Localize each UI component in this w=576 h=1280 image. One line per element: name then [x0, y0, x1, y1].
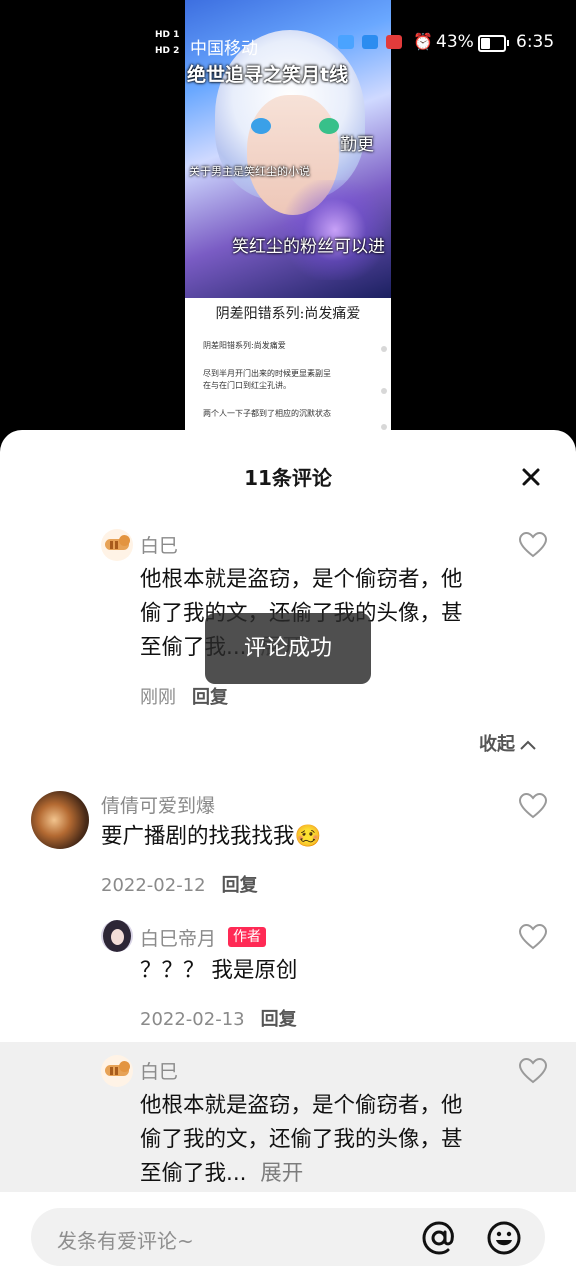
- success-toast: 评论成功: [205, 613, 371, 684]
- notification-icon: [386, 35, 402, 49]
- reply-button[interactable]: 回复: [222, 875, 258, 896]
- commenter-name[interactable]: 白巳: [140, 531, 178, 558]
- avatar[interactable]: [101, 1055, 133, 1087]
- heart-icon[interactable]: [518, 531, 548, 559]
- doc-line: 两个人一下子都到了相应的沉默状态: [203, 409, 331, 418]
- video-area[interactable]: 绝世追寻之笑月t线 勤更 关于男主是笑红尘的小说 笑红尘的粉丝可以进 阴差阳错系…: [0, 0, 576, 440]
- status-bar: HD 1 HD 2 中国移动 ⏰ 43% 6:35: [0, 28, 576, 60]
- input-placeholder: 发条有爱评论~: [57, 1229, 194, 1253]
- comment-text: 要广播剧的找我找我🥴: [101, 824, 322, 849]
- comment-meta: 刚刚 回复: [140, 687, 228, 708]
- reply-button[interactable]: 回复: [192, 687, 228, 708]
- weather-icon: [338, 35, 354, 49]
- comment-sheet: 11条评论 白巳 他根本就是盗窃，是个偷窃者，他偷了我的文，还偷了我的头像，甚至…: [0, 430, 576, 1280]
- comment-input[interactable]: 发条有爱评论~: [31, 1208, 545, 1266]
- comment-text: 他根本就是盗窃，是个偷窃者，他偷了我的文，还偷了我的头像，甚至偷了我... 展开: [140, 1093, 463, 1186]
- carrier-label: 中国移动: [190, 39, 258, 59]
- comment-input-bar: 发条有爱评论~: [0, 1192, 576, 1280]
- heart-icon[interactable]: [518, 792, 548, 820]
- overlay-line-2: 勤更: [340, 135, 374, 155]
- comment-count-title: 11条评论: [244, 466, 332, 490]
- doc-line: 尽到半月开门出来的时候更显素副呈: [203, 369, 331, 378]
- comment-meta: 2022-02-13 回复: [140, 1009, 297, 1030]
- emoji-icon[interactable]: [486, 1220, 522, 1256]
- clock: 6:35: [516, 32, 555, 52]
- close-icon[interactable]: [514, 460, 548, 494]
- scroll-dot: [381, 388, 387, 394]
- comment-text: ？？？ 我是原创: [140, 958, 298, 983]
- battery-icon: [478, 35, 509, 52]
- commenter-name[interactable]: 倩倩可爱到爆: [101, 791, 215, 818]
- avatar[interactable]: [101, 920, 133, 952]
- alarm-icon: ⏰: [413, 32, 433, 51]
- overlay-line-3: 关于男主是笑红尘的小说: [189, 165, 310, 178]
- document-preview: 阴差阳错系列:尚发痛爱 阴差阳错系列:尚发痛爱 尽到半月开门出来的时候更显素副呈…: [185, 298, 391, 440]
- scroll-dot: [381, 346, 387, 352]
- hd1-label: HD 1: [155, 30, 180, 40]
- doc-line: 阴差阳错系列:尚发痛爱: [203, 341, 286, 350]
- battery-percent: 43%: [436, 32, 474, 52]
- overlay-line-4: 笑红尘的粉丝可以进: [232, 237, 385, 257]
- sheet-header: 11条评论: [0, 430, 576, 518]
- reply-button[interactable]: 回复: [261, 1009, 297, 1030]
- collapse-button[interactable]: 收起: [479, 730, 537, 756]
- comment-meta: 2022-02-12 回复: [101, 875, 258, 896]
- avatar[interactable]: [101, 529, 133, 561]
- heart-icon[interactable]: [518, 1057, 548, 1085]
- avatar[interactable]: [31, 791, 89, 849]
- author-badge: 作者: [228, 927, 266, 947]
- cloud-icon: [362, 35, 378, 49]
- commenter-name[interactable]: 白巳帝月: [140, 924, 216, 951]
- doc-line: 在与在门口到红尘孔讲。: [203, 381, 291, 390]
- hd2-label: HD 2: [155, 46, 180, 56]
- mention-icon[interactable]: [421, 1220, 457, 1256]
- doc-title: 阴差阳错系列:尚发痛爱: [215, 306, 361, 322]
- heart-icon[interactable]: [518, 923, 548, 951]
- commenter-name[interactable]: 白巳: [140, 1057, 178, 1084]
- expand-link[interactable]: 展开: [247, 1161, 303, 1186]
- overlay-line-1: 绝世追寻之笑月t线: [187, 64, 349, 86]
